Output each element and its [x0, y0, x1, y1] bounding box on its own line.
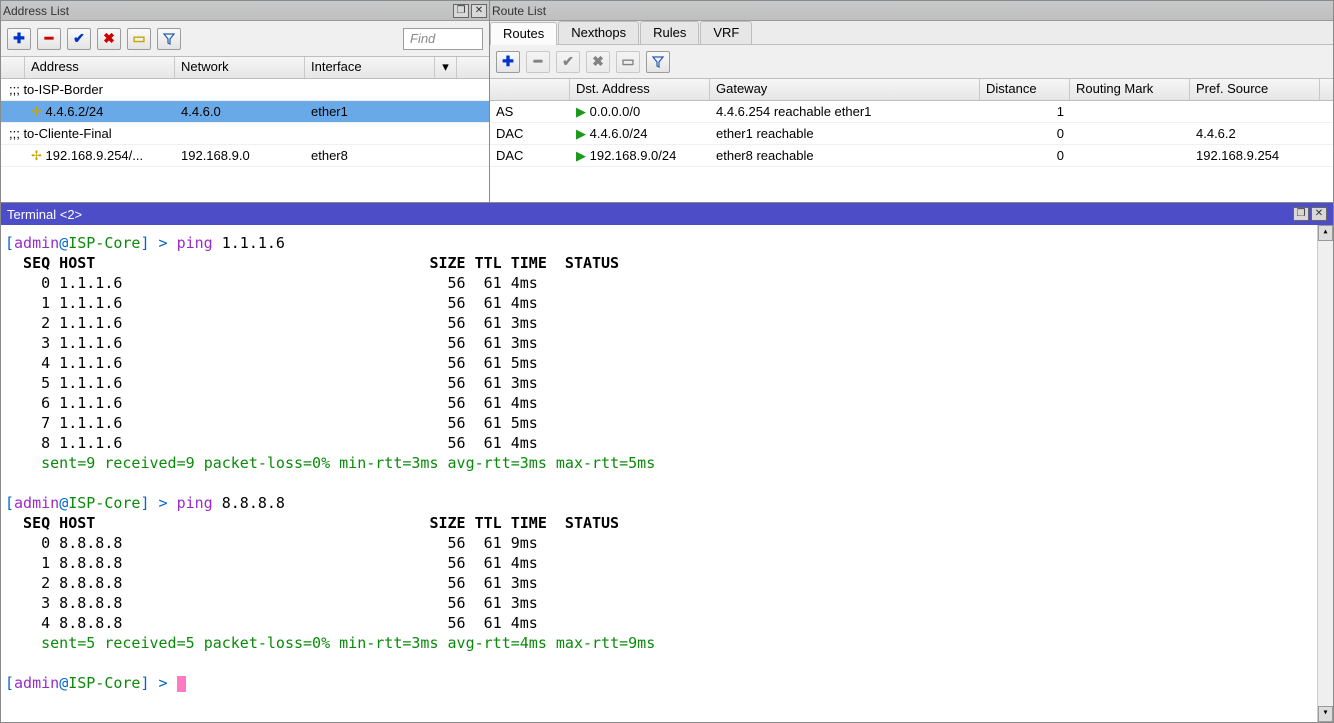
route-row[interactable]: DAC▶ 4.4.6.0/24ether1 reachable04.4.6.2 [490, 123, 1333, 145]
terminal-scrollbar[interactable]: ▴ ▾ [1317, 225, 1333, 722]
route-filter-button[interactable] [646, 51, 670, 73]
col-distance[interactable]: Distance [980, 79, 1070, 100]
route-enable-button[interactable]: ✔ [556, 51, 580, 73]
col-dst[interactable]: Dst. Address [570, 79, 710, 100]
address-toolbar: ✚ ━ ✔ ✖ ▭ Find [1, 21, 489, 57]
col-gateway[interactable]: Gateway [710, 79, 980, 100]
enable-button[interactable]: ✔ [67, 28, 91, 50]
terminal-titlebar[interactable]: Terminal <2> ❐ ✕ [1, 203, 1333, 225]
col-pref[interactable]: Pref. Source [1190, 79, 1320, 100]
terminal-close-icon[interactable]: ✕ [1311, 207, 1327, 221]
col-address[interactable]: Address [25, 57, 175, 78]
filter-button[interactable] [157, 28, 181, 50]
comment-button[interactable]: ▭ [127, 28, 151, 50]
find-input[interactable]: Find [403, 28, 483, 50]
scroll-up-icon[interactable]: ▴ [1318, 225, 1333, 241]
tab-vrf[interactable]: VRF [700, 21, 752, 44]
col-network[interactable]: Network [175, 57, 305, 78]
terminal-body[interactable]: [admin@ISP-Core] > ping 1.1.1.6 SEQ HOST… [1, 225, 1333, 722]
scroll-down-icon[interactable]: ▾ [1318, 706, 1333, 722]
col-interface[interactable]: Interface [305, 57, 435, 78]
disable-button[interactable]: ✖ [97, 28, 121, 50]
remove-button[interactable]: ━ [37, 28, 61, 50]
route-disable-button[interactable]: ✖ [586, 51, 610, 73]
terminal-restore-icon[interactable]: ❐ [1293, 207, 1309, 221]
restore-icon[interactable]: ❐ [453, 4, 469, 18]
col-mark[interactable]: Routing Mark [1070, 79, 1190, 100]
address-column-header[interactable]: Address Network Interface ▾ [1, 57, 489, 79]
terminal-window: Terminal <2> ❐ ✕ [admin@ISP-Core] > ping… [0, 203, 1334, 723]
terminal-title: Terminal <2> [7, 207, 82, 222]
tab-nexthops[interactable]: Nexthops [558, 21, 639, 44]
tab-routes[interactable]: Routes [490, 22, 557, 45]
route-list-window: Route List RoutesNexthopsRulesVRF ✚ ━ ✔ … [490, 0, 1334, 203]
route-grid[interactable]: AS▶ 0.0.0.0/04.4.6.254 reachable ether11… [490, 101, 1333, 202]
route-add-button[interactable]: ✚ [496, 51, 520, 73]
route-toolbar: ✚ ━ ✔ ✖ ▭ [490, 45, 1333, 79]
address-row[interactable]: ✢ 4.4.6.2/244.4.6.0ether1 [1, 101, 489, 123]
route-tabs: RoutesNexthopsRulesVRF [490, 21, 1333, 45]
address-grid[interactable]: ;;; to-ISP-Border✢ 4.4.6.2/244.4.6.0ethe… [1, 79, 489, 202]
route-list-title: Route List [492, 4, 546, 18]
address-list-window: Address List ❐ ✕ ✚ ━ ✔ ✖ ▭ Find Address … [0, 0, 490, 203]
col-menu-icon[interactable]: ▾ [435, 57, 457, 78]
route-comment-button[interactable]: ▭ [616, 51, 640, 73]
tab-rules[interactable]: Rules [640, 21, 699, 44]
add-button[interactable]: ✚ [7, 28, 31, 50]
address-group-row[interactable]: ;;; to-ISP-Border [1, 79, 489, 101]
route-row[interactable]: DAC▶ 192.168.9.0/24ether8 reachable0192.… [490, 145, 1333, 167]
address-list-titlebar[interactable]: Address List ❐ ✕ [1, 1, 489, 21]
route-row[interactable]: AS▶ 0.0.0.0/04.4.6.254 reachable ether11 [490, 101, 1333, 123]
route-list-titlebar[interactable]: Route List [490, 1, 1333, 21]
address-row[interactable]: ✢ 192.168.9.254/...192.168.9.0ether8 [1, 145, 489, 167]
address-group-row[interactable]: ;;; to-Cliente-Final [1, 123, 489, 145]
route-column-header[interactable]: Dst. Address Gateway Distance Routing Ma… [490, 79, 1333, 101]
route-remove-button[interactable]: ━ [526, 51, 550, 73]
address-list-title: Address List [3, 4, 69, 18]
close-icon[interactable]: ✕ [471, 4, 487, 18]
